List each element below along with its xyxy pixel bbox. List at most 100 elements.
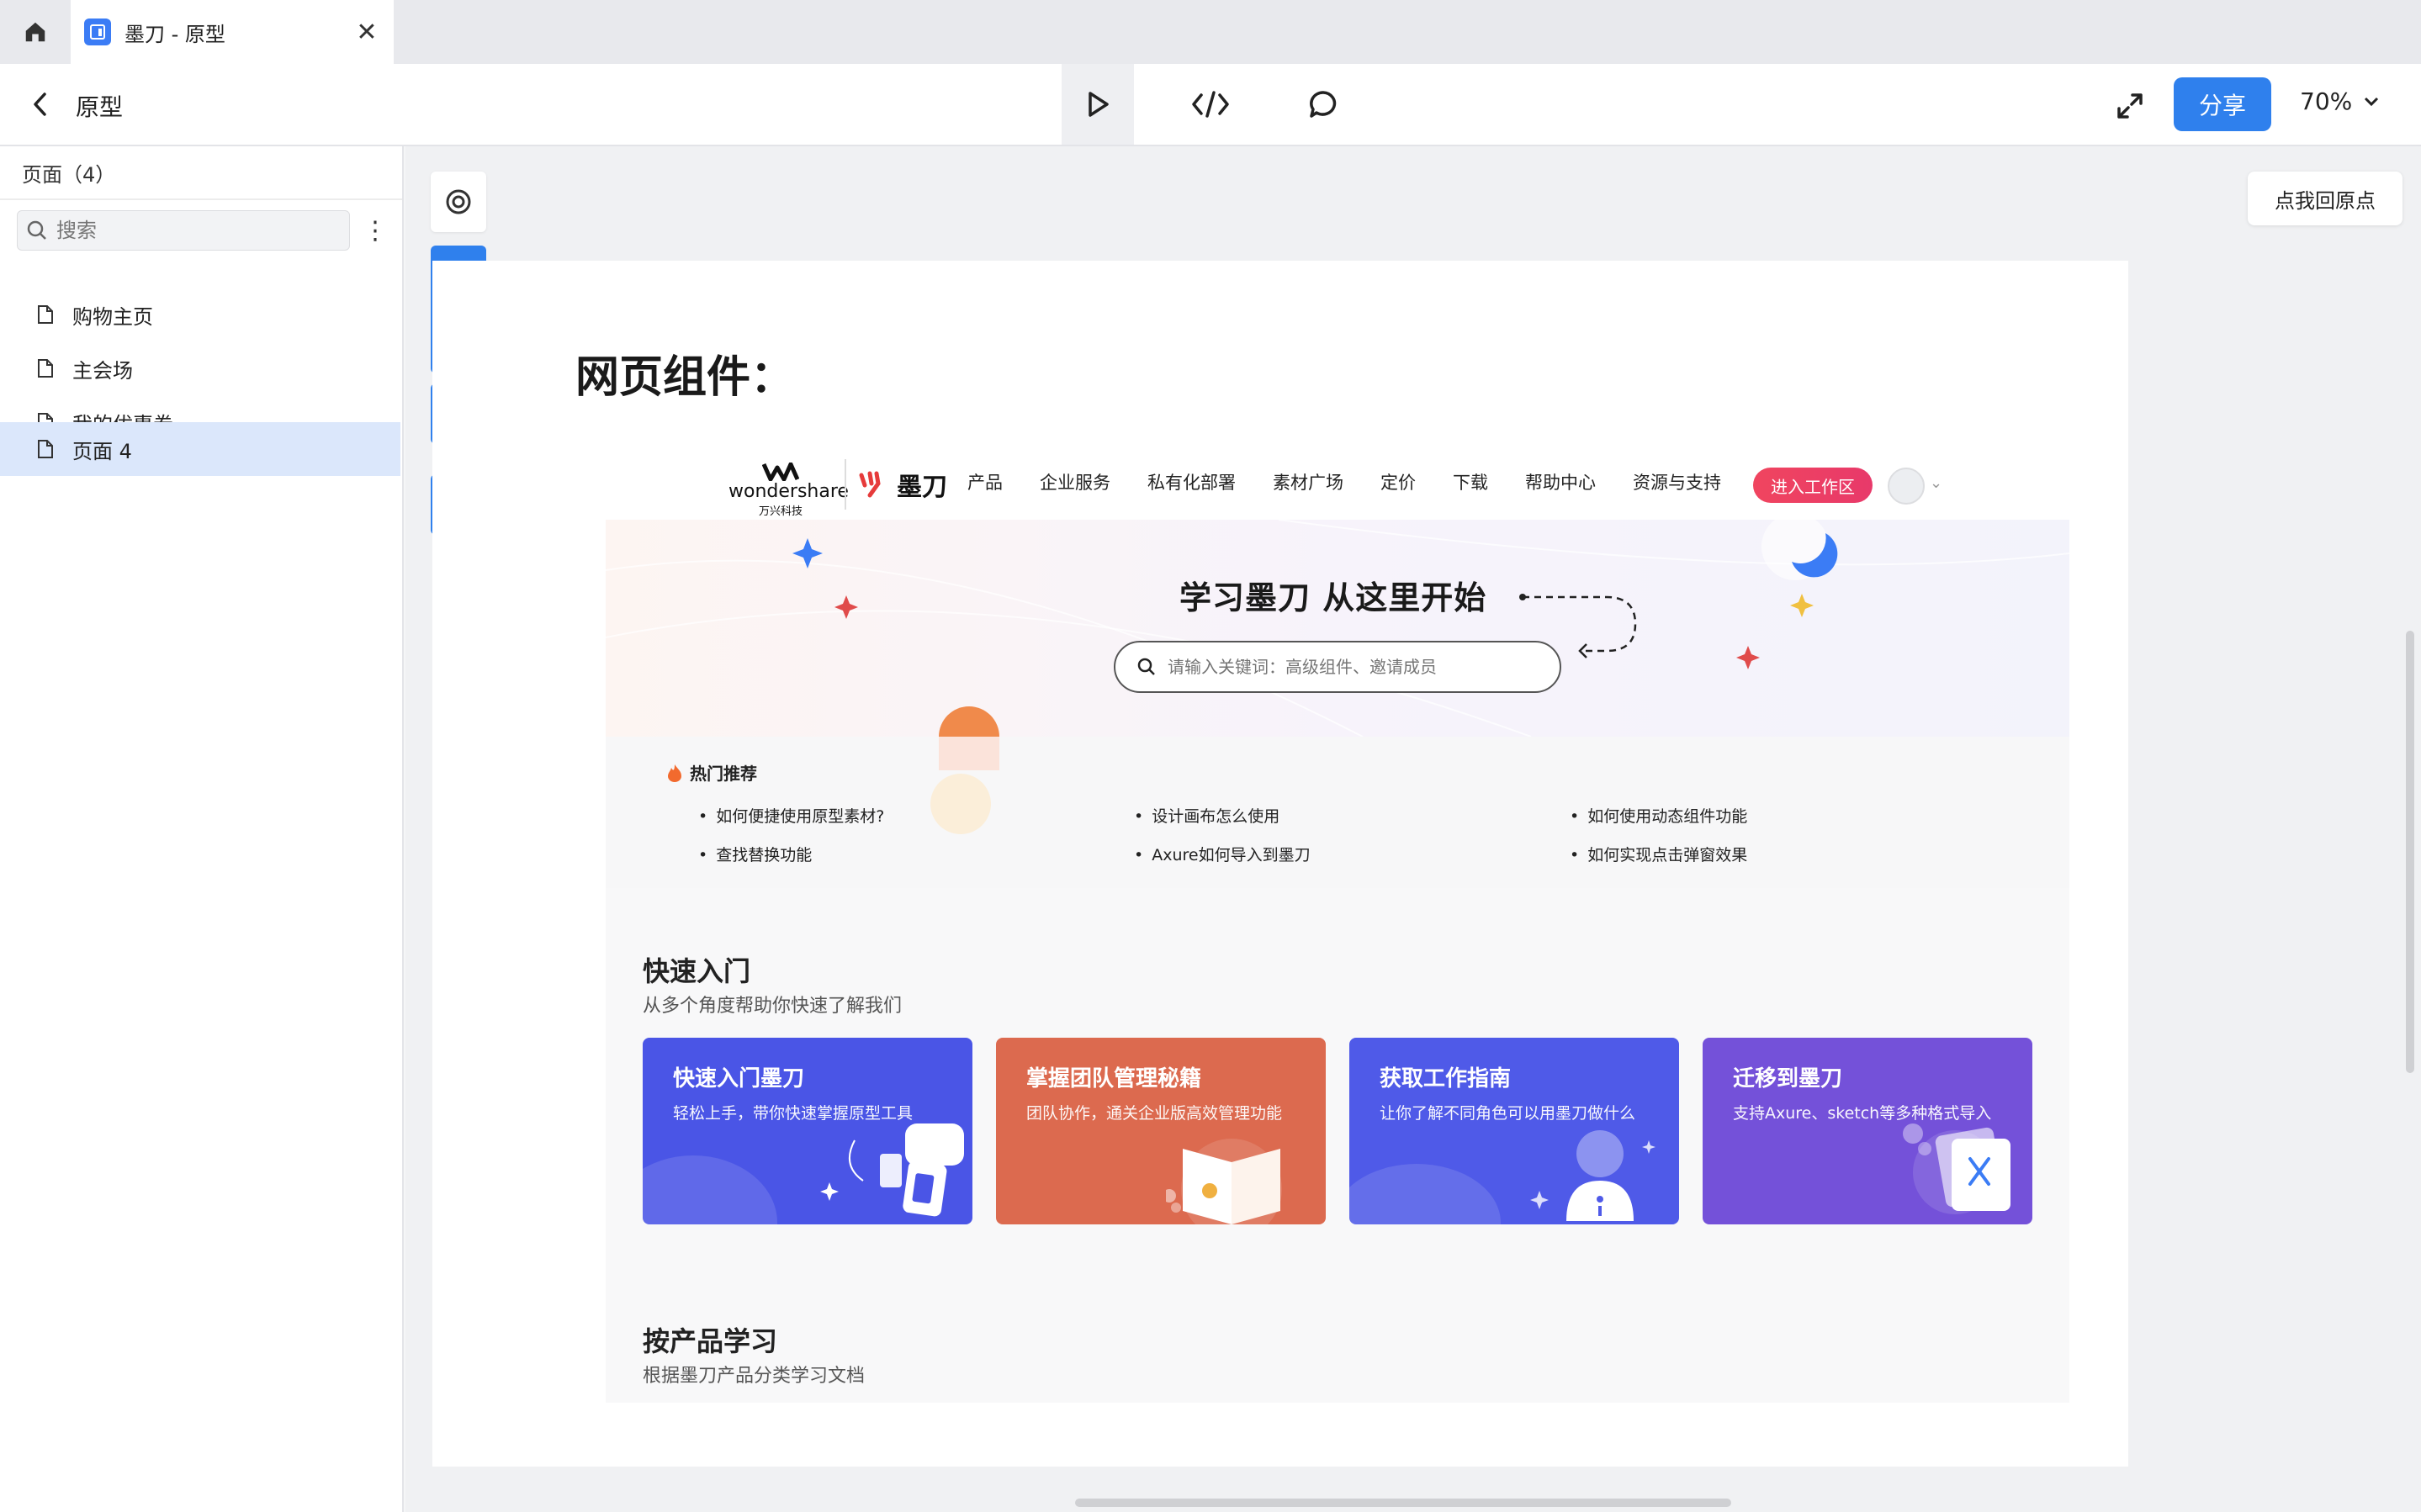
chevron-down-icon[interactable]: ⌄ <box>1930 474 1942 492</box>
page-item-label: 页面 4 <box>72 439 132 463</box>
page-item-main-venue[interactable]: 主会场 <box>0 341 400 395</box>
nav-link[interactable]: 定价 <box>1380 469 1416 494</box>
hot-link[interactable]: 如何便捷使用原型素材? <box>698 804 884 827</box>
more-options-icon[interactable]: ⋮ <box>362 212 389 249</box>
page-icon <box>38 440 53 458</box>
hot-link[interactable]: 设计画布怎么使用 <box>1134 804 1279 827</box>
modao-logo-text: 墨刀 <box>897 473 947 502</box>
hero-search-field[interactable] <box>1114 641 1561 693</box>
card-title: 快速入门墨刀 <box>673 1066 805 1092</box>
wondershare-text: wondershare <box>728 481 849 502</box>
modao-app-icon <box>84 19 111 45</box>
site-nav-links: 产品 企业服务 私有化部署 素材广场 定价 下载 帮助中心 资源与支持 <box>967 469 1758 494</box>
hot-link[interactable]: 查找替换功能 <box>698 843 812 865</box>
preview-play-button[interactable] <box>1062 64 1134 145</box>
card-subtitle: 团队协作，通关企业版高效管理功能 <box>1026 1104 1283 1123</box>
zoom-select[interactable]: 70% <box>2300 87 2379 115</box>
learn-by-product-subtitle: 根据墨刀产品分类学习文档 <box>643 1366 866 1387</box>
target-icon <box>446 189 471 214</box>
page-item-shopping-home[interactable]: 购物主页 <box>0 288 400 341</box>
person-illustration <box>1530 1130 1655 1221</box>
quick-start-section: 快速入门 从多个角度帮助你快速了解我们 快速入门墨刀 轻松上手，带你快速掌握原型… <box>606 888 2069 1403</box>
pages-sidebar: 页面（4） ⋮ 购物主页 主会场 我的优惠券 页面 4 <box>0 146 404 1512</box>
wondershare-logo: wondershare 万兴科技 <box>728 463 849 518</box>
comment-button[interactable] <box>1287 64 1359 145</box>
tab-title: 墨刀 - 原型 <box>124 22 225 46</box>
nav-link[interactable]: 企业服务 <box>1040 469 1110 494</box>
browser-tab-bar: 墨刀 - 原型 ✕ <box>0 0 2421 64</box>
open-book-illustration <box>1166 1149 1280 1224</box>
page-item-label: 购物主页 <box>72 304 153 329</box>
artboard-title: 网页组件： <box>575 352 795 403</box>
tab-modao-prototype[interactable]: 墨刀 - 原型 ✕ <box>71 0 394 64</box>
hero-search-input[interactable] <box>1168 657 1538 677</box>
nav-link[interactable]: 私有化部署 <box>1147 469 1236 494</box>
page-item-page-4[interactable]: 页面 4 <box>0 422 400 476</box>
card-title: 掌握团队管理秘籍 <box>1026 1066 1202 1092</box>
zoom-value: 70% <box>2300 87 2353 115</box>
fire-icon <box>668 764 681 782</box>
fullscreen-button[interactable] <box>2111 87 2148 124</box>
page-icon <box>38 359 53 378</box>
site-navbar: wondershare 万兴科技 墨刀 产品 企业服务 私有化部署 素材广场 定… <box>606 444 2069 520</box>
divider <box>0 198 402 200</box>
top-toolbar: 原型 分享 70% <box>0 64 2421 146</box>
modao-logo: 墨刀 <box>858 466 947 503</box>
home-button[interactable] <box>0 0 71 64</box>
code-icon <box>1192 91 1229 118</box>
nav-link[interactable]: 下载 <box>1453 469 1488 494</box>
nav-link[interactable]: 素材广场 <box>1273 469 1343 494</box>
hot-title: 热门推荐 <box>666 760 757 785</box>
nav-link[interactable]: 帮助中心 <box>1525 469 1596 494</box>
card-quick-start[interactable]: 快速入门墨刀 轻松上手，带你快速掌握原型工具 <box>643 1038 972 1224</box>
hand-phone-illustration <box>820 1123 964 1217</box>
page-search-field[interactable] <box>17 210 350 251</box>
target-button[interactable] <box>431 172 486 232</box>
vertical-scrollbar[interactable] <box>2406 631 2414 1073</box>
hero-title: 学习墨刀 从这里开始 <box>1179 579 1487 616</box>
artboard[interactable]: 网页组件： wondershare 万兴科技 墨刀 产品 企业服务 私有化部署 <box>432 261 2128 1467</box>
back-button[interactable] <box>24 87 57 121</box>
chevron-left-icon <box>34 93 46 116</box>
code-view-button[interactable] <box>1174 64 1247 145</box>
card-work-guide[interactable]: 获取工作指南 让你了解不同角色可以用墨刀做什么 <box>1349 1038 1679 1224</box>
hot-link[interactable]: Axure如何导入到墨刀 <box>1134 843 1310 865</box>
home-icon <box>25 22 45 42</box>
hot-link[interactable]: 如何实现点击弹窗效果 <box>1570 843 1747 865</box>
search-icon <box>1137 658 1155 675</box>
card-subtitle: 支持Axure、sketch等多种格式导入 <box>1733 1104 1992 1123</box>
page-icon <box>38 305 53 324</box>
horizontal-scrollbar[interactable] <box>1075 1499 1731 1507</box>
nav-link[interactable]: 产品 <box>967 469 1003 494</box>
embedded-webpage: wondershare 万兴科技 墨刀 产品 企业服务 私有化部署 素材广场 定… <box>606 444 2069 1403</box>
comment-icon <box>1310 91 1337 118</box>
close-tab-icon[interactable]: ✕ <box>352 17 382 47</box>
play-icon <box>1089 92 1109 117</box>
hero-decoration <box>606 520 2069 737</box>
quick-start-title: 快速入门 <box>643 955 751 987</box>
page-title: 原型 <box>76 93 124 121</box>
card-title: 迁移到墨刀 <box>1733 1066 1843 1092</box>
hot-title-text: 热门推荐 <box>690 764 757 784</box>
search-icon <box>27 220 46 240</box>
avatar[interactable] <box>1888 468 1925 505</box>
reset-origin-button[interactable]: 点我回原点 <box>2248 172 2402 225</box>
pages-header: 页面（4） <box>22 163 116 187</box>
enter-workspace-button[interactable]: 进入工作区 <box>1753 468 1873 503</box>
hero-banner: 学习墨刀 从这里开始 <box>606 520 2069 737</box>
expand-icon <box>2117 93 2143 119</box>
search-input[interactable] <box>56 219 334 242</box>
hot-recommendations: 热门推荐 如何便捷使用原型素材? 设计画布怎么使用 如何使用动态组件功能 查找替… <box>606 706 2069 888</box>
logo-divider <box>845 459 846 510</box>
design-canvas[interactable]: ON 点我回原点 网页组件： wondershare 万兴科技 墨刀 产品 <box>405 146 2421 1512</box>
card-title: 获取工作指南 <box>1380 1066 1512 1092</box>
decorative-circle <box>930 774 991 834</box>
nav-link[interactable]: 资源与支持 <box>1633 469 1721 494</box>
card-team-management[interactable]: 掌握团队管理秘籍 团队协作，通关企业版高效管理功能 <box>996 1038 1326 1224</box>
hot-link[interactable]: 如何使用动态组件功能 <box>1570 804 1747 827</box>
chevron-down-icon <box>2365 97 2379 106</box>
card-migrate[interactable]: 迁移到墨刀 支持Axure、sketch等多种格式导入 <box>1703 1038 2032 1224</box>
wondershare-sub: 万兴科技 <box>758 505 803 518</box>
share-button[interactable]: 分享 <box>2174 77 2271 131</box>
page-item-label: 主会场 <box>72 358 133 383</box>
